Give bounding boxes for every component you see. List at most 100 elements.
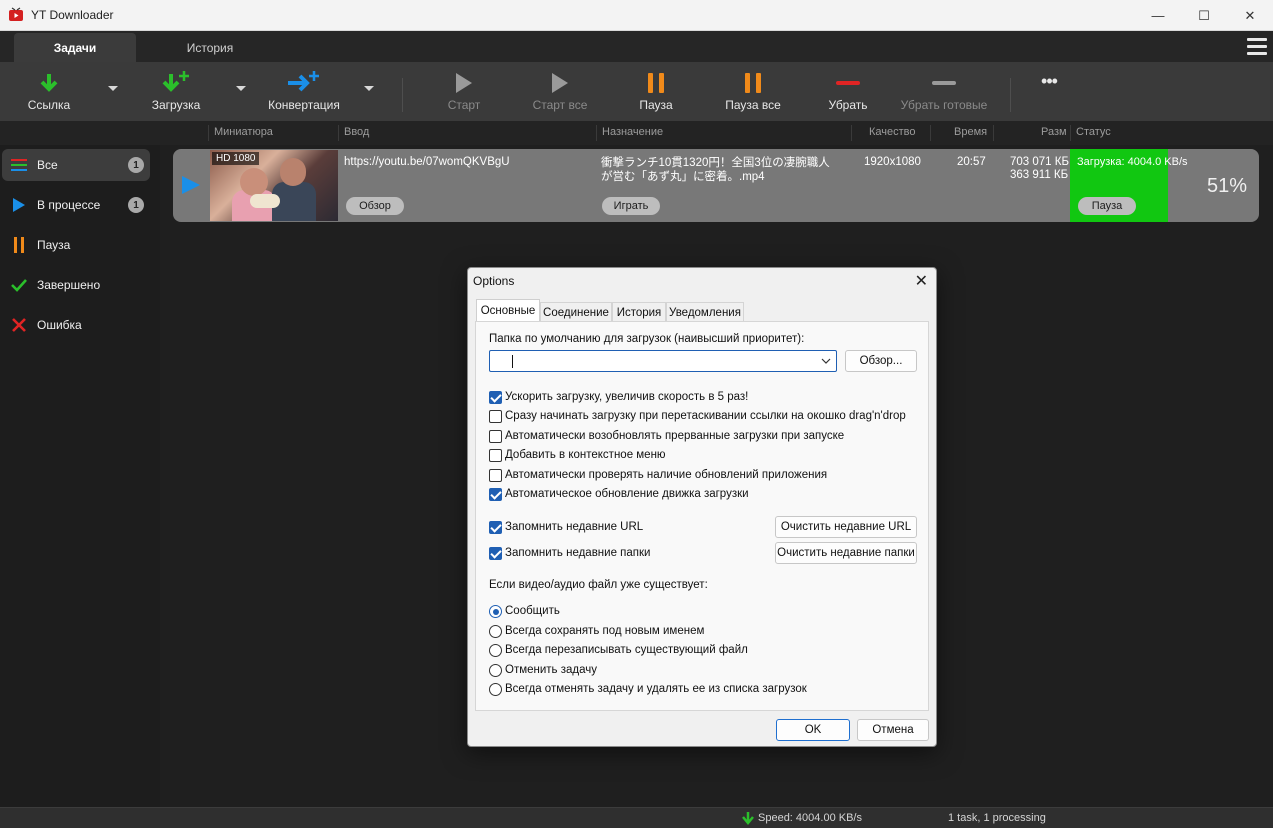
checkbox-check-updates[interactable] <box>489 469 502 482</box>
sidebar-item-all[interactable]: Все 1 <box>2 149 150 181</box>
tab-tasks[interactable]: Задачи <box>14 33 136 62</box>
radio-overwrite[interactable] <box>489 644 502 657</box>
column-size[interactable]: Разм <box>1041 126 1067 138</box>
column-separator <box>993 125 994 141</box>
download-dropdown-icon[interactable] <box>236 86 246 91</box>
minus-icon <box>836 81 860 85</box>
radio-cancel-remove[interactable] <box>489 683 502 696</box>
title-bar: YT Downloader — ☐ ✕ <box>0 0 1273 31</box>
checkbox-remember-folders[interactable] <box>489 547 502 560</box>
row-pause-button[interactable]: Пауза <box>1078 197 1136 215</box>
browse-folder-button[interactable]: Обзор... <box>845 350 917 372</box>
video-thumbnail[interactable]: HD 1080 <box>210 150 338 221</box>
tab-general[interactable]: Основные <box>476 299 540 322</box>
radio-label: Отменить задачу <box>505 664 598 676</box>
checkbox-speed-boost[interactable] <box>489 391 502 404</box>
count-badge: 1 <box>128 197 144 213</box>
link-button[interactable]: Ссылка <box>22 62 76 121</box>
play-icon <box>10 196 28 214</box>
remove-button[interactable]: Убрать <box>822 62 874 121</box>
speed-arrow-icon <box>742 812 754 825</box>
checkbox-label: Автоматическое обновление движка загрузк… <box>505 488 749 500</box>
checkbox-context-menu[interactable] <box>489 449 502 462</box>
pause-icon <box>10 236 28 254</box>
close-button[interactable]: ✕ <box>1227 0 1273 31</box>
tasks-text: 1 task, 1 processing <box>948 812 1046 824</box>
more-button[interactable]: ••• <box>1028 62 1070 121</box>
main-tab-bar: Задачи История <box>0 31 1273 62</box>
link-label: Ссылка <box>27 98 71 112</box>
sidebar-item-label: Ошибка <box>37 318 82 332</box>
clear-folders-button[interactable]: Очистить недавние папки <box>775 542 917 564</box>
radio-label: Всегда отменять задачу и удалять ее из с… <box>505 683 807 695</box>
default-folder-combobox[interactable] <box>489 350 837 372</box>
ok-button[interactable]: OK <box>776 719 850 741</box>
column-separator <box>1070 125 1071 141</box>
remember-folders-label: Запомнить недавние папки <box>505 547 651 559</box>
download-row[interactable]: HD 1080 https://youtu.be/07womQKVBgU Обз… <box>173 149 1259 222</box>
dialog-close-icon[interactable]: ✕ <box>915 271 928 291</box>
sidebar-item-in-progress[interactable]: В процессе 1 <box>2 189 150 221</box>
clear-urls-button[interactable]: Очистить недавние URL <box>775 516 917 538</box>
tab-history[interactable]: История <box>612 302 666 322</box>
hamburger-menu-icon[interactable] <box>1247 38 1267 56</box>
radio-save-new-name[interactable] <box>489 625 502 638</box>
download-label: Загрузка <box>151 98 201 112</box>
tab-notifications[interactable]: Уведомления <box>666 302 744 322</box>
tab-connection[interactable]: Соединение <box>540 302 612 322</box>
column-input[interactable]: Ввод <box>344 126 369 138</box>
radio-notify[interactable] <box>489 605 502 618</box>
quality-badge: HD 1080 <box>212 152 260 165</box>
start-button[interactable]: Старт <box>438 62 490 121</box>
column-separator <box>208 125 209 141</box>
cancel-button[interactable]: Отмена <box>857 719 929 741</box>
column-separator <box>596 125 597 141</box>
more-dots-icon: ••• <box>1041 70 1058 91</box>
column-separator <box>851 125 852 141</box>
checkbox-remember-urls[interactable] <box>489 521 502 534</box>
start-all-button[interactable]: Старт все <box>528 62 592 121</box>
sidebar: Все 1 В процессе 1 Пауза Завершено Ошибк… <box>0 145 160 807</box>
list-icon <box>10 156 28 174</box>
download-button[interactable]: Загрузка <box>146 62 206 121</box>
convert-button[interactable]: Конвертация <box>266 62 342 121</box>
sidebar-item-error[interactable]: Ошибка <box>2 309 150 341</box>
column-status[interactable]: Статус <box>1076 126 1111 138</box>
browse-button[interactable]: Обзор <box>346 197 404 215</box>
link-dropdown-icon[interactable] <box>108 86 118 91</box>
tab-history[interactable]: История <box>160 33 260 62</box>
start-all-label: Старт все <box>532 98 588 112</box>
sidebar-item-label: В процессе <box>37 198 101 212</box>
convert-dropdown-icon[interactable] <box>364 86 374 91</box>
sidebar-item-completed[interactable]: Завершено <box>2 269 150 301</box>
checkbox-label: Сразу начинать загрузку при перетаскиван… <box>505 410 906 422</box>
column-separator <box>930 125 931 141</box>
radio-cancel-task[interactable] <box>489 664 502 677</box>
column-time[interactable]: Время <box>954 126 987 138</box>
radio-label: Всегда сохранять под новым именем <box>505 625 705 637</box>
maximize-button[interactable]: ☐ <box>1181 0 1227 31</box>
pause-all-button[interactable]: Пауза все <box>722 62 784 121</box>
pause-label: Пауза <box>639 98 673 112</box>
app-logo-icon <box>9 7 23 21</box>
speed-text: Speed: 4004.00 KB/s <box>758 812 862 824</box>
minimize-button[interactable]: — <box>1135 0 1181 31</box>
column-destination[interactable]: Назначение <box>602 126 663 138</box>
checkbox-engine-update[interactable] <box>489 488 502 501</box>
pause-all-icon <box>745 73 761 93</box>
pause-button[interactable]: Пауза <box>630 62 682 121</box>
play-icon <box>456 73 472 93</box>
sidebar-item-paused[interactable]: Пауза <box>2 229 150 261</box>
column-thumbnail[interactable]: Миниатюра <box>214 126 273 138</box>
remember-urls-label: Запомнить недавние URL <box>505 521 644 533</box>
checkbox-auto-resume[interactable] <box>489 430 502 443</box>
play-all-icon <box>552 73 568 93</box>
column-quality[interactable]: Качество <box>869 126 916 138</box>
chevron-down-icon[interactable] <box>821 356 831 366</box>
play-file-button[interactable]: Играть <box>602 197 660 215</box>
sidebar-item-label: Все <box>37 158 58 172</box>
remove-done-button[interactable]: Убрать готовые <box>898 62 990 121</box>
size-downloaded: 363 911 КБ <box>1010 169 1069 181</box>
checkbox-dragdrop-start[interactable] <box>489 410 502 423</box>
pause-icon <box>648 73 664 93</box>
